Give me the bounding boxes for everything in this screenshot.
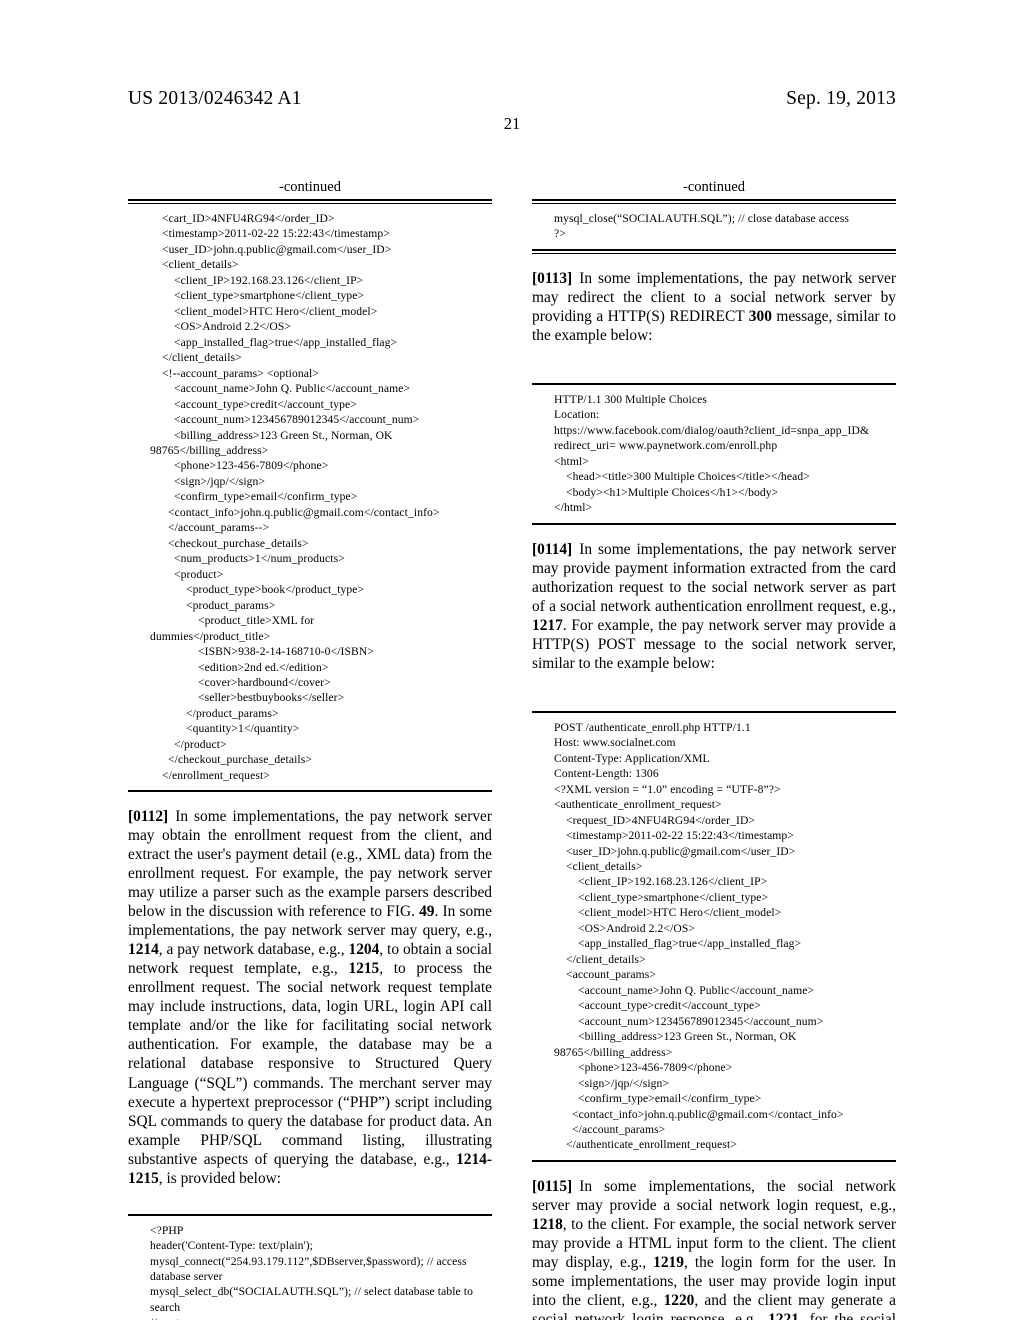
right-listing-2: HTTP/1.1 300 Multiple Choices Location: … — [532, 382, 896, 525]
right-listing-3: POST /authenticate_enroll.php HTTP/1.1 H… — [532, 710, 896, 1162]
code-listing-mysql-close: mysql_close(“SOCIALAUTH.SQL”); // close … — [554, 211, 849, 241]
paragraph-number-0113: [0113] — [532, 269, 573, 287]
http300-listing-bottom-rule — [532, 522, 896, 525]
code-listing-enrollment-request: <cart_ID>4NFU4RG94</order_ID> <timestamp… — [150, 211, 440, 782]
running-header: US 2013/0246342 A1 Sep. 19, 2013 — [128, 88, 896, 114]
patent-page: US 2013/0246342 A1 Sep. 19, 2013 21 -con… — [0, 0, 1024, 1320]
code-listing-php-sql: <?PHP header('Content-Type: text/plain')… — [150, 1223, 474, 1320]
right-column: -continued mysql_close(“SOCIALAUTH.SQL”)… — [532, 179, 896, 1320]
listing-bottom-rule — [532, 248, 896, 254]
left-listing-1: -continued <cart_ID>4NFU4RG94</order_ID>… — [128, 179, 492, 793]
publication-number: US 2013/0246342 A1 — [128, 88, 302, 109]
code-listing-http-post-authenticate: POST /authenticate_enroll.php HTTP/1.1 H… — [554, 720, 844, 1152]
paragraph-0114: [0114] In some implementations, the pay n… — [532, 540, 896, 673]
left-listing-2: <?PHP header('Content-Type: text/plain')… — [128, 1213, 492, 1320]
paragraph-text-0114: In some implementations, the pay network… — [532, 540, 896, 672]
publication-date: Sep. 19, 2013 — [786, 88, 896, 109]
right-listing-1: -continued mysql_close(“SOCIALAUTH.SQL”)… — [532, 179, 896, 254]
paragraph-number-0114: [0114] — [532, 540, 573, 558]
continued-label-right-1: -continued — [682, 179, 745, 195]
paragraph-0113: [0113] In some implementations, the pay n… — [532, 269, 896, 345]
listing-bottom-rule — [128, 790, 492, 793]
page-number: 21 — [503, 114, 521, 133]
paragraph-text-0113: In some implementations, the pay network… — [532, 269, 896, 344]
post-listing-bottom-rule — [532, 1159, 896, 1162]
left-column: -continued <cart_ID>4NFU4RG94</order_ID>… — [128, 179, 492, 1320]
code-listing-http-300-redirect: HTTP/1.1 300 Multiple Choices Location: … — [554, 392, 870, 515]
paragraph-0112: [0112] In some implementations, the pay n… — [128, 807, 492, 1187]
paragraph-number-0115: [0115] — [532, 1177, 573, 1195]
two-column-body: -continued <cart_ID>4NFU4RG94</order_ID>… — [0, 179, 1024, 1320]
paragraph-text-0112: In some implementations, the pay network… — [128, 808, 492, 1187]
paragraph-text-0115: In some implementations, the social netw… — [532, 1177, 896, 1320]
continued-label-left-1: -continued — [278, 179, 341, 195]
paragraph-number-0112: [0112] — [128, 808, 169, 826]
paragraph-0115: [0115] In some implementations, the socia… — [532, 1177, 896, 1320]
